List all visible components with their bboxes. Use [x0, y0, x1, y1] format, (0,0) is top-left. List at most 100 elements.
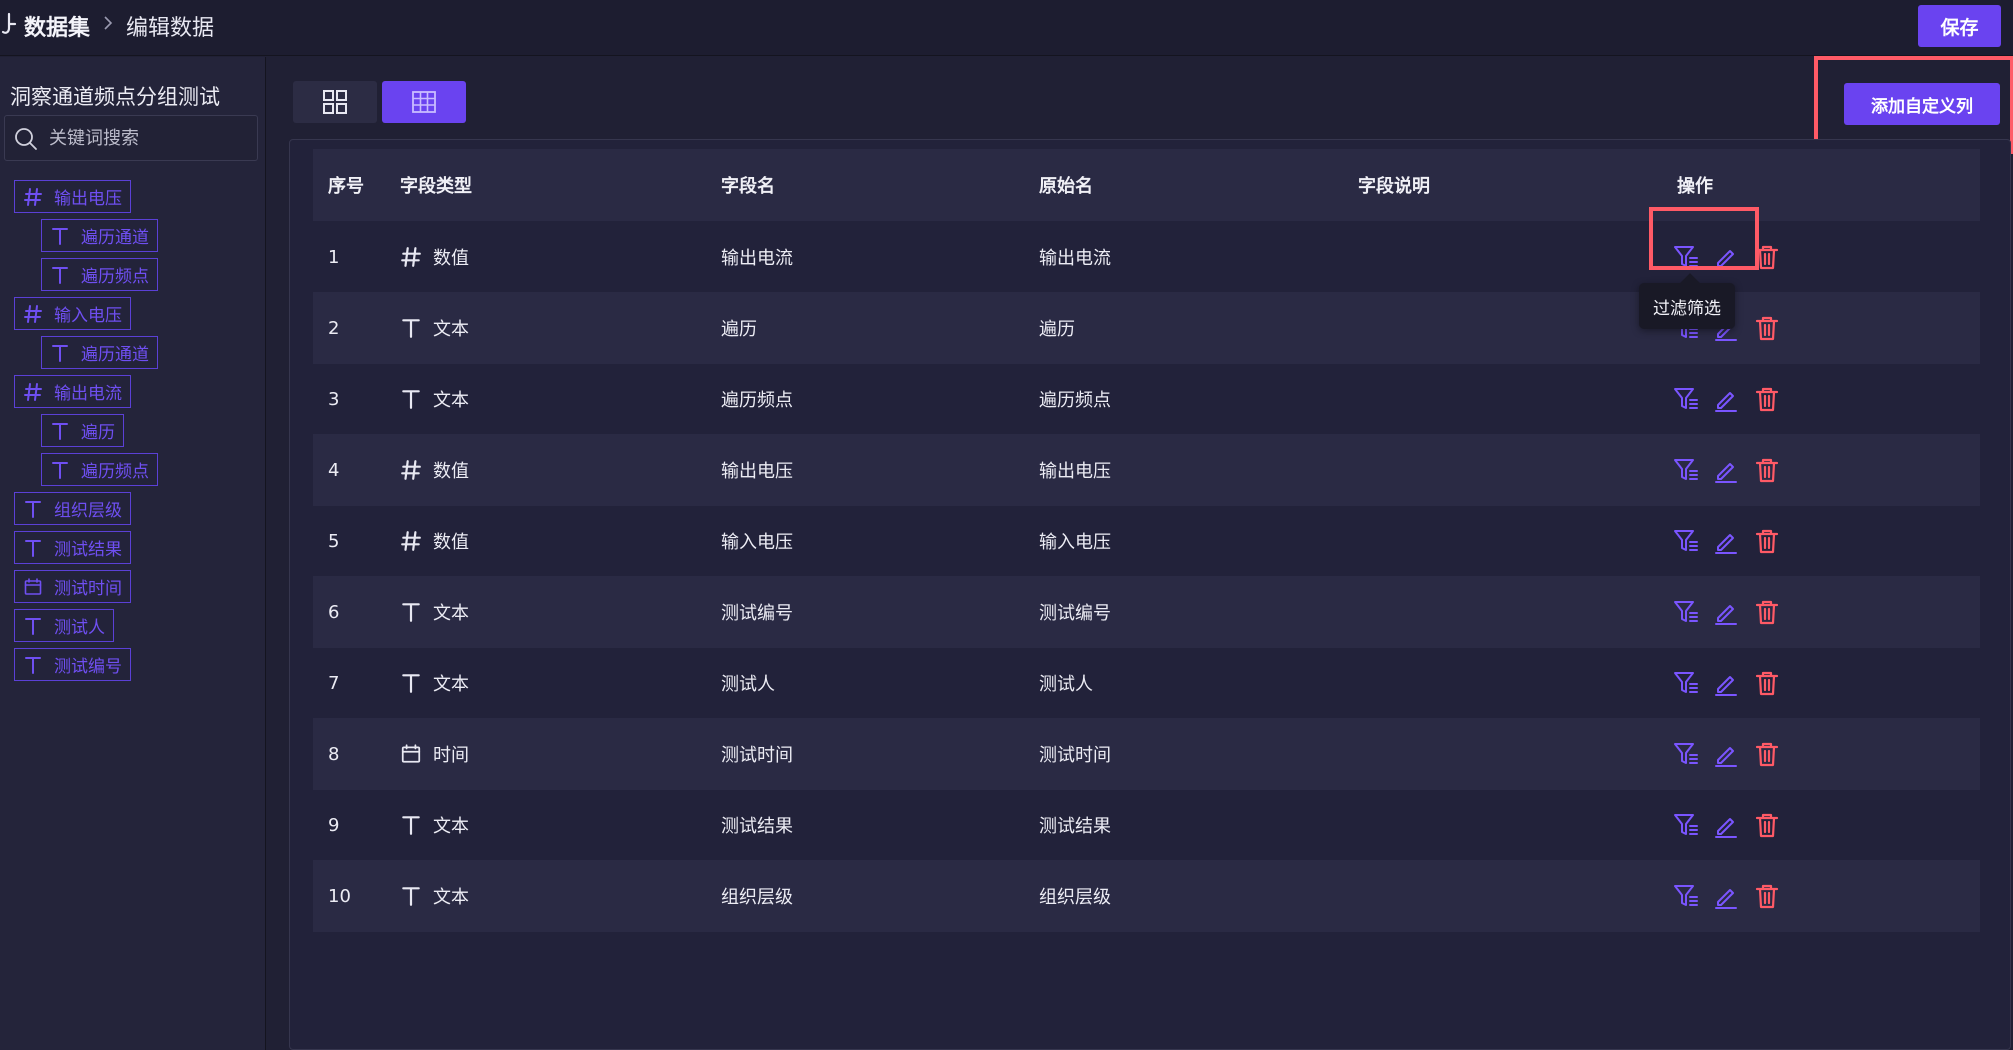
- delete-button[interactable]: [1753, 456, 1781, 484]
- sidebar-field-item[interactable]: 遍历频点: [41, 258, 158, 291]
- text-icon: [50, 265, 70, 285]
- filter-button[interactable]: [1672, 598, 1700, 626]
- number-icon: [23, 382, 43, 402]
- number-icon: [400, 246, 422, 268]
- edit-icon: [1712, 882, 1740, 910]
- text-icon: [50, 226, 70, 246]
- edit-icon: [1712, 669, 1740, 697]
- sidebar-field-item[interactable]: 遍历通道: [41, 336, 158, 369]
- text-icon: [23, 616, 43, 636]
- filter-icon: [1672, 882, 1700, 910]
- sidebar-field-item[interactable]: 遍历通道: [41, 219, 158, 252]
- row-original-name: 测试人: [1039, 674, 1093, 695]
- table-view-button[interactable]: [382, 81, 466, 123]
- sidebar-field-item[interactable]: 遍历: [41, 414, 124, 447]
- edit-button[interactable]: [1712, 385, 1740, 413]
- row-field-name: 遍历: [721, 319, 757, 340]
- edit-button[interactable]: [1712, 811, 1740, 839]
- search-box[interactable]: [4, 115, 258, 161]
- filter-button[interactable]: [1672, 882, 1700, 910]
- sidebar-field-item[interactable]: 测试时间: [14, 570, 131, 603]
- delete-button[interactable]: [1753, 314, 1781, 342]
- filter-button[interactable]: [1672, 456, 1700, 484]
- delete-button[interactable]: [1753, 882, 1781, 910]
- search-input[interactable]: [49, 124, 249, 152]
- delete-button[interactable]: [1753, 243, 1781, 271]
- filter-icon: [1672, 456, 1700, 484]
- sidebar-field-item[interactable]: 遍历频点: [41, 453, 158, 486]
- text-icon: [23, 538, 43, 558]
- delete-button[interactable]: [1753, 598, 1781, 626]
- filter-icon: [1672, 669, 1700, 697]
- filter-icon: [1672, 740, 1700, 768]
- row-index: 1: [328, 246, 340, 268]
- edit-button[interactable]: [1712, 598, 1740, 626]
- row-type-label: 文本: [433, 816, 469, 837]
- row-field-name: 遍历频点: [721, 390, 793, 411]
- edit-button[interactable]: [1712, 456, 1740, 484]
- search-icon: [15, 128, 37, 150]
- row-type-label: 文本: [433, 390, 469, 411]
- text-icon: [23, 499, 43, 519]
- row-type: 文本: [400, 789, 469, 861]
- edit-button[interactable]: [1712, 243, 1740, 271]
- row-type: 数值: [400, 434, 469, 506]
- filter-button[interactable]: [1672, 811, 1700, 839]
- filter-button[interactable]: [1672, 385, 1700, 413]
- sidebar-field-label: 遍历: [81, 423, 115, 443]
- edit-button[interactable]: [1712, 740, 1740, 768]
- card-view-button[interactable]: [293, 81, 377, 123]
- trash-icon: [1753, 811, 1781, 839]
- header-index: 序号: [328, 176, 364, 197]
- filter-button[interactable]: [1672, 669, 1700, 697]
- sidebar-field-label: 测试人: [54, 618, 105, 638]
- trash-icon: [1753, 740, 1781, 768]
- row-field-name: 测试时间: [721, 745, 793, 766]
- sidebar-field-item[interactable]: 测试结果: [14, 531, 131, 564]
- sidebar-field-item[interactable]: 组织层级: [14, 492, 131, 525]
- edit-button[interactable]: [1712, 882, 1740, 910]
- row-type: 文本: [400, 576, 469, 648]
- delete-button[interactable]: [1753, 385, 1781, 413]
- sidebar-field-item[interactable]: 输出电压: [14, 180, 131, 213]
- filter-button[interactable]: [1672, 740, 1700, 768]
- row-type-label: 文本: [433, 319, 469, 340]
- row-type: 数值: [400, 505, 469, 577]
- trash-icon: [1753, 456, 1781, 484]
- number-icon: [23, 187, 43, 207]
- breadcrumb-root[interactable]: 数据集: [24, 10, 90, 42]
- filter-icon: [1672, 598, 1700, 626]
- edit-button[interactable]: [1712, 669, 1740, 697]
- delete-button[interactable]: [1753, 669, 1781, 697]
- delete-button[interactable]: [1753, 527, 1781, 555]
- sidebar-field-item[interactable]: 测试人: [14, 609, 114, 642]
- delete-button[interactable]: [1753, 740, 1781, 768]
- row-field-name: 测试编号: [721, 603, 793, 624]
- sidebar-field-item[interactable]: 输入电压: [14, 297, 131, 330]
- filter-button[interactable]: [1672, 243, 1700, 271]
- save-button[interactable]: 保存: [1918, 5, 2001, 47]
- sidebar-field-label: 遍历频点: [81, 462, 149, 482]
- trash-icon: [1753, 527, 1781, 555]
- row-type-label: 数值: [433, 248, 469, 269]
- row-original-name: 测试编号: [1039, 603, 1111, 624]
- sidebar-field-label: 输入电压: [54, 306, 122, 326]
- row-index: 9: [328, 814, 340, 836]
- sidebar-field-item[interactable]: 输出电流: [14, 375, 131, 408]
- table-row: 9 文本 测试结果 测试结果: [313, 789, 1980, 861]
- number-icon: [23, 304, 43, 324]
- sidebar-field-item[interactable]: 测试编号: [14, 648, 131, 681]
- table-row: 3 文本 遍历频点 遍历频点: [313, 363, 1980, 435]
- number-icon: [400, 459, 422, 481]
- number-icon: [400, 530, 422, 552]
- row-original-name: 输出电流: [1039, 248, 1111, 269]
- row-index: 8: [328, 743, 340, 765]
- text-icon: [50, 460, 70, 480]
- add-custom-column-button[interactable]: 添加自定义列: [1844, 83, 2000, 125]
- table-row: 10 文本 组织层级 组织层级: [313, 860, 1980, 932]
- table-row: 8 时间 测试时间 测试时间: [313, 718, 1980, 790]
- delete-button[interactable]: [1753, 811, 1781, 839]
- dataset-title: 洞察通道频点分组测试: [10, 85, 220, 109]
- edit-button[interactable]: [1712, 527, 1740, 555]
- filter-button[interactable]: [1672, 527, 1700, 555]
